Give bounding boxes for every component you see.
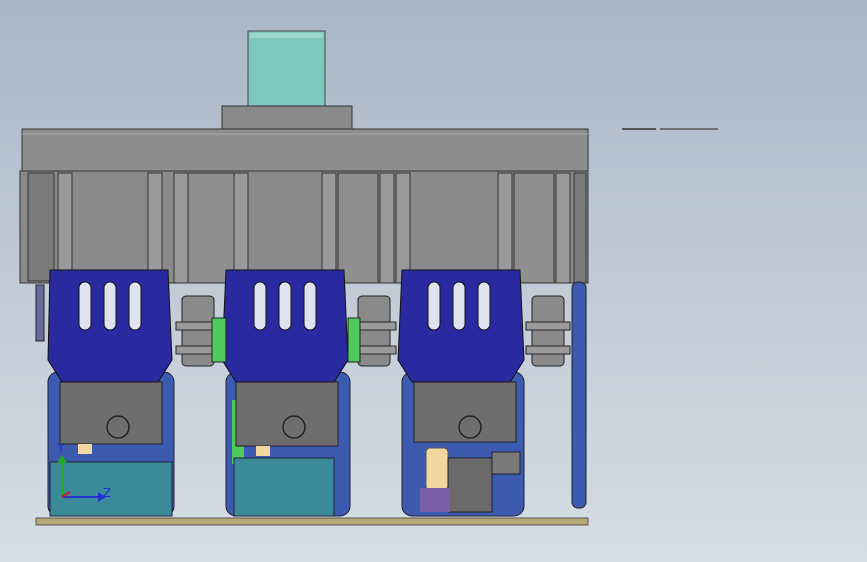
pole-3[interactable]: [397, 269, 525, 517]
triad-z-label: Z: [103, 486, 111, 500]
base-plate: [35, 517, 589, 526]
pole-1[interactable]: [47, 269, 175, 517]
pole-2[interactable]: [221, 269, 351, 517]
triad-y-label: Y: [56, 441, 65, 455]
cad-viewport[interactable]: Y Z: [0, 0, 867, 562]
operating-handle[interactable]: [221, 30, 353, 133]
